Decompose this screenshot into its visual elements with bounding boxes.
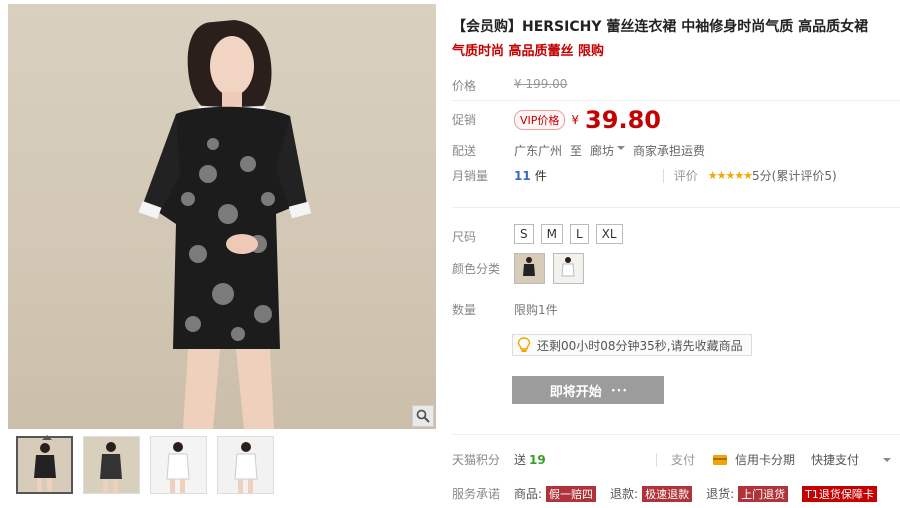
color-options <box>514 253 584 284</box>
chevron-down-icon <box>883 457 892 466</box>
service-label: 服务承诺 <box>452 487 501 501</box>
size-label: 尺码 <box>452 230 477 244</box>
service-card-tag[interactable]: T1退货保障卡 <box>802 485 877 502</box>
color-swatch-image <box>554 254 583 283</box>
zoom-icon <box>416 409 430 423</box>
rating-stars: ★★★★★ <box>707 169 753 182</box>
thumbnail-image <box>151 437 206 493</box>
points-prefix: 送 <box>514 453 527 467</box>
promo-price: 39.80 <box>585 106 661 134</box>
promo-label: 促销 <box>452 113 477 127</box>
points-label: 天猫积分 <box>452 453 501 467</box>
quantity-limit: 限购1件 <box>514 303 558 317</box>
size-option-xl[interactable]: XL <box>595 224 623 244</box>
destination-text: 廊坊 <box>590 144 615 158</box>
separator <box>662 168 664 183</box>
zoom-button[interactable] <box>412 405 434 427</box>
size-option-m[interactable]: M <box>540 224 563 244</box>
payment-row: 支付 信用卡分期 快捷支付 <box>656 451 892 468</box>
product-subtitle: 气质时尚 高品质蕾丝 限购 <box>452 44 605 59</box>
quantity-label: 数量 <box>452 303 477 317</box>
price-label: 价格 <box>452 79 477 93</box>
rating-label: 评价 <box>673 169 698 183</box>
color-option-white[interactable] <box>553 253 584 284</box>
product-title: 【会员购】HERSICHY 蕾丝连衣裙 中袖修身时尚气质 高品质女裙 <box>452 19 869 35</box>
original-price: ¥ 199.00 <box>514 77 568 91</box>
shipping-row: 广东广州 至 廊坊 商家承担运费 <box>514 142 705 159</box>
ship-from: 广东广州 <box>514 144 563 158</box>
sales-count: 11 <box>514 168 531 183</box>
service-exchange-tag[interactable]: 上门退货 <box>738 485 789 502</box>
sales-label: 月销量 <box>452 169 489 183</box>
sales-unit: 件 <box>534 169 547 183</box>
chevron-down-icon <box>617 146 626 154</box>
divider <box>452 434 900 435</box>
coming-soon-label: 即将开始 <box>549 383 602 399</box>
thumbnail-image <box>84 437 139 493</box>
product-page: 【会员购】HERSICHY 蕾丝连衣裙 中袖修身时尚气质 高品质女裙 气质时尚 … <box>0 0 900 508</box>
thumbnail-2[interactable] <box>83 436 140 494</box>
thumbnail-3[interactable] <box>150 436 207 494</box>
color-label: 颜色分类 <box>452 262 501 276</box>
bulb-icon <box>517 337 531 352</box>
main-product-image[interactable] <box>8 4 436 429</box>
payment-expand-button[interactable] <box>883 453 892 467</box>
model-photo <box>138 20 312 429</box>
divider <box>452 100 900 101</box>
payment-label: 支付 <box>671 453 696 467</box>
rating-link[interactable]: 5分(累计评价5) <box>752 167 837 184</box>
loading-dots: • • • <box>611 385 627 395</box>
color-swatch-image <box>515 254 544 283</box>
thumbnail-1[interactable] <box>16 435 73 494</box>
thumbnail-strip <box>16 435 274 494</box>
size-option-s[interactable]: S <box>514 224 534 244</box>
destination-select[interactable]: 廊坊 <box>590 142 626 159</box>
service-goods: 商品: <box>514 487 543 501</box>
service-row: 商品: 假一赔四 退款: 极速退款 退货: 上门退货 T1退货保障卡 <box>514 485 877 502</box>
countdown-notice: 还剩00小时08分钟35秒,请先收藏商品 <box>512 334 752 356</box>
points-value: 19 <box>529 452 546 467</box>
shipping-fee: 商家承担运费 <box>633 144 706 158</box>
countdown-text: 还剩00小时08分钟35秒,请先收藏商品 <box>537 338 743 353</box>
card-icon <box>713 454 728 465</box>
thumbnail-image <box>218 437 273 493</box>
shipping-label: 配送 <box>452 144 477 158</box>
color-option-black[interactable] <box>514 253 545 284</box>
credit-installment[interactable]: 信用卡分期 <box>735 451 795 468</box>
thumbnail-4[interactable] <box>217 436 274 494</box>
thumbnail-image <box>18 438 71 492</box>
coming-soon-button[interactable]: 即将开始 • • • <box>512 376 664 404</box>
size-option-l[interactable]: L <box>569 224 589 244</box>
currency-symbol: ¥ <box>571 113 580 127</box>
service-exchange: 退货: <box>706 487 735 501</box>
service-goods-tag[interactable]: 假一赔四 <box>546 485 597 502</box>
service-return-tag[interactable]: 极速退款 <box>642 485 693 502</box>
points-row: 送 19 <box>514 451 546 468</box>
ship-to-word: 至 <box>570 144 583 158</box>
sales-row: 11 件 评价 ★★★★★ 5分(累计评价5) <box>514 167 837 184</box>
divider <box>452 207 900 208</box>
separator <box>656 452 657 467</box>
promo-price-row: VIP价格 ¥ 39.80 <box>514 106 661 134</box>
quick-pay[interactable]: 快捷支付 <box>811 451 859 468</box>
size-options: S M L XL <box>514 224 623 244</box>
service-return: 退款: <box>610 487 639 501</box>
vip-price-badge: VIP价格 <box>514 110 566 130</box>
